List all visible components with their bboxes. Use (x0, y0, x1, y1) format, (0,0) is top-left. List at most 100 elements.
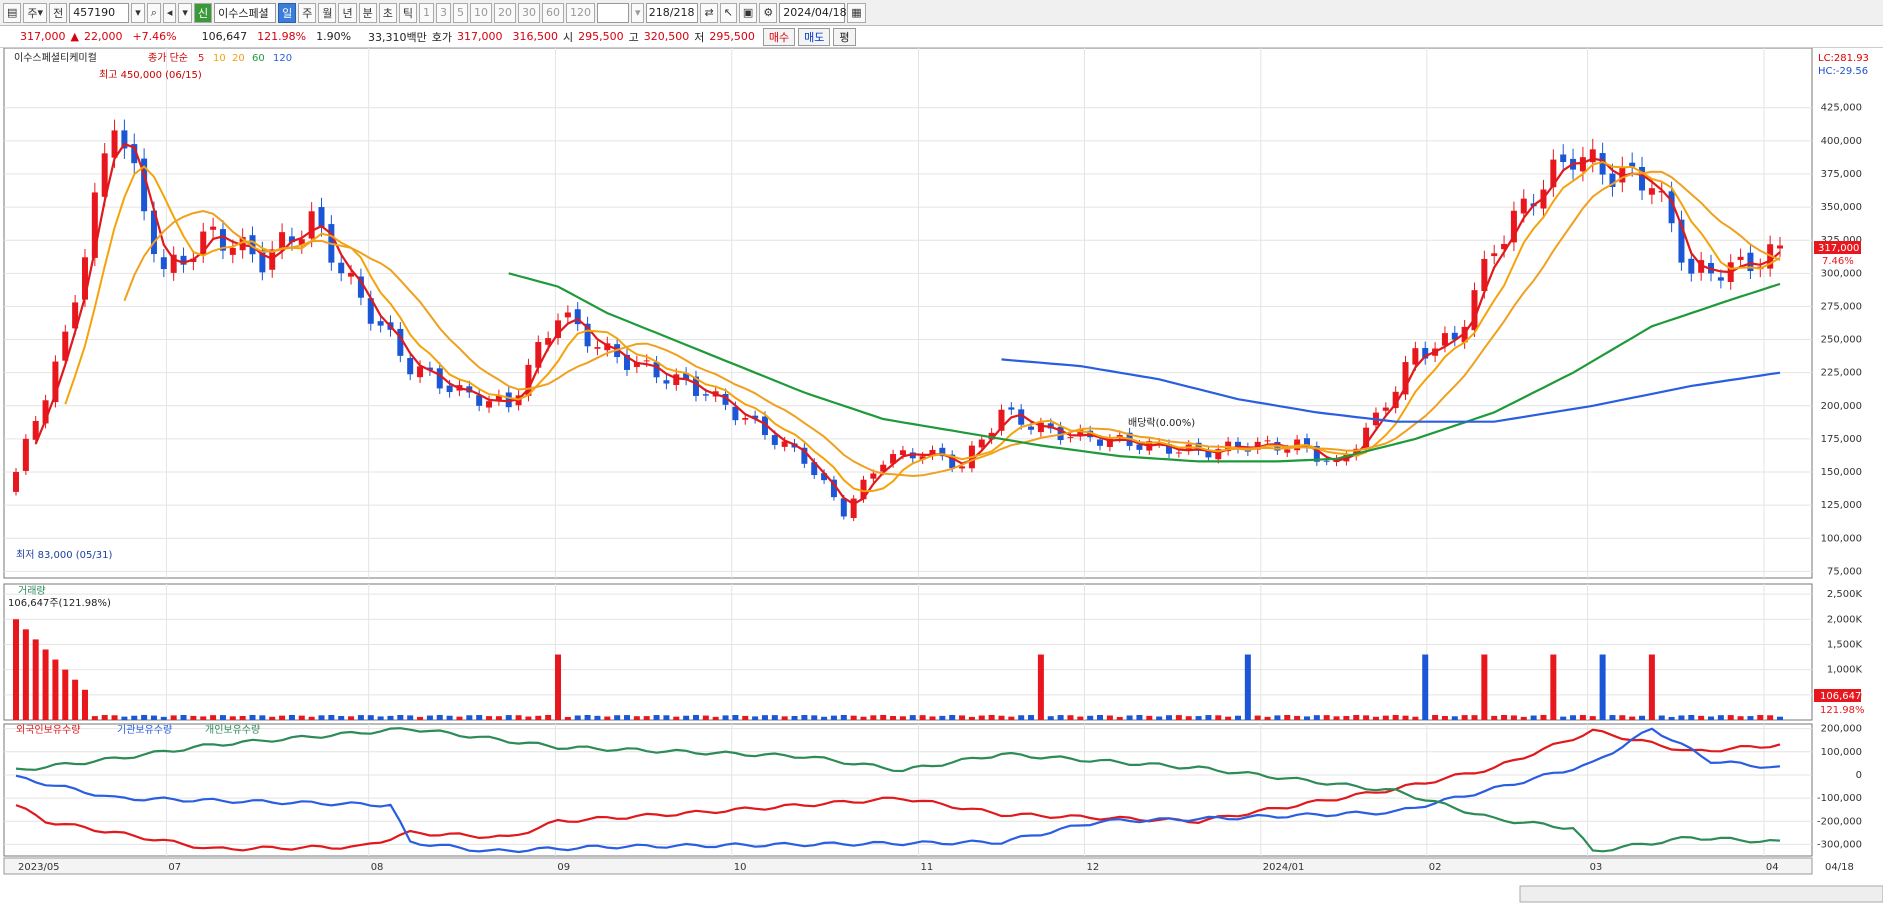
count-120[interactable]: 120 (565, 2, 595, 23)
volume-bar (949, 714, 956, 720)
volume-bar (1234, 715, 1241, 720)
high-price: 320,500 (643, 30, 690, 43)
stock-type-select[interactable]: 주 ▾ (23, 2, 48, 23)
period-year[interactable]: 년 (338, 2, 357, 23)
calendar-icon[interactable]: ▦ (847, 2, 866, 23)
chart-area[interactable]: 425,000400,000375,000350,000325,000300,0… (0, 48, 1883, 904)
volume-bar (1688, 714, 1695, 720)
count-5[interactable]: 5 (452, 2, 468, 23)
volume-bar (978, 715, 985, 720)
code-input[interactable]: 457190 (69, 2, 130, 23)
period-tick[interactable]: 틱 (398, 2, 417, 23)
candle (13, 472, 19, 492)
legend-individual: 개인보유수량 (205, 724, 260, 736)
period-day[interactable]: 일 (278, 2, 297, 23)
period-week[interactable]: 주 (298, 2, 317, 23)
custom-count-dropdown-icon[interactable]: ▾ (630, 2, 645, 23)
candle (111, 130, 118, 158)
x-tick-label: 12 (1086, 862, 1099, 873)
volume-bar (219, 715, 226, 720)
period-month[interactable]: 월 (318, 2, 337, 23)
volume-bar (131, 715, 138, 720)
count-30[interactable]: 30 (517, 2, 540, 23)
volume-bar (1471, 715, 1478, 720)
x-tick-label: 02 (1429, 862, 1442, 873)
candle (673, 374, 680, 386)
buy-button[interactable]: 매수 (762, 27, 796, 46)
kind-select[interactable]: 전 (49, 2, 68, 23)
volume-bar (535, 715, 542, 720)
volume-bar (141, 714, 148, 720)
candle (1737, 256, 1744, 260)
link-icon[interactable]: ⇄ (700, 2, 718, 23)
candle (959, 466, 966, 469)
holdings-tick-label: -200,000 (1817, 816, 1862, 827)
volume-bar (72, 679, 79, 720)
volume-bar (1491, 715, 1498, 720)
bid-price: 316,500 (512, 30, 559, 43)
speaker-icon[interactable]: ◂ (162, 2, 177, 23)
candle (1560, 154, 1567, 162)
volume-bar (1333, 716, 1340, 720)
low-label: 저 (694, 30, 705, 44)
volume-bar (446, 715, 453, 720)
volume-bar (742, 715, 749, 720)
price-tick-label: 400,000 (1821, 136, 1862, 147)
volume-bar (850, 715, 857, 720)
volume-panel (3, 583, 1813, 721)
range-field[interactable]: 218/218 (646, 2, 699, 23)
cursor-icon[interactable]: ↖ (719, 2, 737, 23)
last-price-value: 317,000 (1818, 243, 1859, 254)
date-input[interactable]: 2024/04/18 (779, 2, 847, 23)
period-second[interactable]: 초 (378, 2, 397, 23)
search-icon[interactable]: ⌕ (146, 2, 161, 23)
volume-bar (1481, 654, 1488, 720)
nav-dropdown-icon[interactable]: ▾ (178, 2, 192, 23)
volume-bar (998, 715, 1005, 720)
price-tick-label: 225,000 (1821, 368, 1862, 379)
volume-bar (1550, 654, 1557, 720)
volume-bar (1727, 715, 1734, 720)
candle (1028, 426, 1035, 430)
count-20[interactable]: 20 (493, 2, 516, 23)
holdings-tick-label: 0 (1856, 770, 1862, 781)
sell-button[interactable]: 매도 (798, 27, 831, 46)
volume-bar (1402, 715, 1409, 720)
price-panel (3, 48, 1813, 579)
volume-bar (249, 715, 256, 720)
low-price: 295,500 (709, 30, 755, 43)
volume-bar (1461, 715, 1468, 720)
ask-price: 317,000 (457, 30, 503, 43)
ma120-label: 120 (273, 53, 292, 64)
save-icon[interactable]: ▣ (738, 2, 758, 23)
price-tick-label: 200,000 (1821, 401, 1862, 412)
code-dropdown-icon[interactable]: ▾ (131, 2, 145, 23)
count-1[interactable]: 1 (418, 2, 434, 23)
candle (978, 439, 985, 448)
price-tick-label: 100,000 (1821, 533, 1862, 544)
stock-name-field[interactable]: 이수스페셜 (214, 2, 277, 23)
volume-bar (13, 619, 19, 720)
volume-bar (279, 715, 286, 720)
candle (870, 473, 877, 479)
eval-button[interactable]: 평 (833, 27, 856, 46)
volume-bar (1520, 716, 1527, 720)
period-minute[interactable]: 분 (358, 2, 377, 23)
volume-bar (269, 716, 276, 720)
volume-tick-label: 1,000K (1827, 665, 1863, 676)
candle (1688, 258, 1695, 274)
volume-tick-label: 2,000K (1827, 614, 1863, 625)
chart-type-icon[interactable]: ▤ (3, 2, 22, 23)
candle (210, 226, 217, 230)
volume-bar (1717, 715, 1724, 720)
last-price-rate: 7.46% (1822, 256, 1854, 267)
gear-icon[interactable]: ⚙ (759, 2, 778, 23)
volume-bar (239, 715, 246, 720)
volume-bar (1215, 715, 1222, 720)
volume-bar (1284, 714, 1291, 720)
volume-bar (1067, 715, 1074, 720)
count-3[interactable]: 3 (435, 2, 451, 23)
count-60[interactable]: 60 (541, 2, 564, 23)
custom-count-input[interactable] (596, 2, 629, 23)
count-10[interactable]: 10 (469, 2, 492, 23)
